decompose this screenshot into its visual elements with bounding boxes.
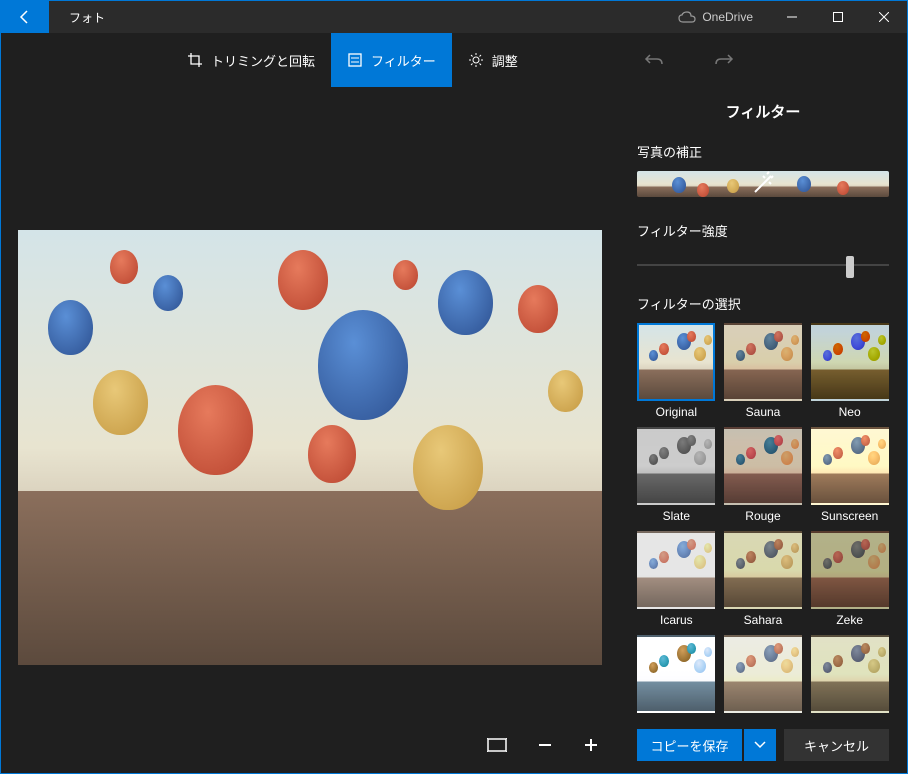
filter-option-row4-2[interactable] [724, 635, 803, 717]
back-button[interactable] [1, 1, 49, 33]
fit-icon [487, 738, 507, 752]
filter-thumbnail [637, 635, 715, 713]
close-icon [879, 12, 889, 22]
filter-thumbnail [724, 635, 802, 713]
select-filter-label: フィルターの選択 [637, 294, 889, 313]
arrow-left-icon [17, 9, 33, 25]
tab-filter[interactable]: フィルター [331, 33, 452, 87]
fit-button[interactable] [487, 738, 507, 752]
undo-button[interactable] [644, 52, 664, 68]
cloud-icon [678, 11, 696, 23]
chevron-down-icon [754, 741, 766, 749]
redo-icon [714, 52, 734, 68]
slider-thumb[interactable] [846, 256, 854, 278]
filter-thumbnail [637, 323, 715, 401]
minimize-button[interactable] [769, 1, 815, 33]
tab-filter-label: フィルター [371, 51, 436, 70]
tab-adjust-label: 調整 [492, 51, 518, 70]
zoom-out-button[interactable] [537, 737, 553, 753]
wand-icon [749, 171, 777, 197]
filter-name-label: Sauna [746, 405, 781, 419]
auto-enhance-button[interactable] [637, 171, 889, 197]
filter-thumbnail [724, 323, 802, 401]
maximize-button[interactable] [815, 1, 861, 33]
strength-label: フィルター強度 [637, 221, 889, 240]
filter-name-label: Icarus [660, 613, 693, 627]
filter-option-Neo[interactable]: Neo [810, 323, 889, 419]
save-menu-button[interactable] [744, 729, 776, 761]
tab-crop-rotate[interactable]: トリミングと回転 [171, 33, 331, 87]
filter-option-Sunscreen[interactable]: Sunscreen [810, 427, 889, 523]
filter-thumbnail [811, 427, 889, 505]
filter-option-Original[interactable]: Original [637, 323, 716, 419]
filter-option-Rouge[interactable]: Rouge [724, 427, 803, 523]
minimize-icon [787, 12, 797, 22]
filter-option-Icarus[interactable]: Icarus [637, 531, 716, 627]
filter-option-Zeke[interactable]: Zeke [810, 531, 889, 627]
tab-adjust[interactable]: 調整 [452, 33, 534, 87]
save-copy-button[interactable]: コピーを保存 [637, 729, 742, 761]
minus-icon [537, 737, 553, 753]
zoom-in-button[interactable] [583, 737, 599, 753]
filter-thumbnail [724, 427, 802, 505]
filter-option-Sauna[interactable]: Sauna [724, 323, 803, 419]
redo-button[interactable] [714, 52, 734, 68]
filter-thumbnail [811, 531, 889, 609]
cancel-button[interactable]: キャンセル [784, 729, 889, 761]
maximize-icon [833, 12, 843, 22]
preview-image [18, 230, 602, 665]
filter-grid: Original Sauna Neo Slate Rouge Sunscreen Icaru… [637, 323, 889, 717]
undo-redo-group [644, 33, 734, 87]
enhance-label: 写真の補正 [637, 142, 889, 161]
filter-option-Slate[interactable]: Slate [637, 427, 716, 523]
filter-name-label: Sunscreen [821, 509, 878, 523]
filter-thumbnail [637, 531, 715, 609]
plus-icon [583, 737, 599, 753]
filter-thumbnail [637, 427, 715, 505]
filter-thumbnail [724, 531, 802, 609]
onedrive-status[interactable]: OneDrive [662, 10, 769, 24]
app-title: フォト [69, 9, 105, 26]
panel-title: フィルター [637, 87, 889, 142]
filter-option-row4-1[interactable] [637, 635, 716, 717]
filter-name-label: Original [656, 405, 697, 419]
editor-toolbar: トリミングと回転 フィルター 調整 [1, 33, 907, 87]
filter-name-label: Slate [663, 509, 690, 523]
tab-crop-label: トリミングと回転 [211, 51, 315, 70]
strength-slider[interactable] [637, 264, 889, 266]
filter-name-label: Neo [839, 405, 861, 419]
filter-option-Sahara[interactable]: Sahara [724, 531, 803, 627]
undo-icon [644, 52, 664, 68]
canvas-area [1, 87, 619, 773]
close-button[interactable] [861, 1, 907, 33]
crop-icon [187, 52, 203, 68]
titlebar: フォト OneDrive [1, 1, 907, 33]
filter-thumbnail [811, 323, 889, 401]
filter-panel: フィルター 写真の補正 フィルター強度 フィルターの選択 Original Sau… [619, 87, 907, 773]
filter-name-label: Rouge [745, 509, 780, 523]
filter-name-label: Sahara [744, 613, 783, 627]
filter-name-label: Zeke [836, 613, 863, 627]
zoom-controls [1, 717, 619, 773]
filter-thumbnail [811, 635, 889, 713]
panel-actions: コピーを保存 キャンセル [637, 717, 889, 773]
filter-icon [347, 52, 363, 68]
filter-option-row4-3[interactable] [810, 635, 889, 717]
adjust-icon [468, 52, 484, 68]
image-preview[interactable] [1, 87, 619, 717]
onedrive-label: OneDrive [702, 10, 753, 24]
